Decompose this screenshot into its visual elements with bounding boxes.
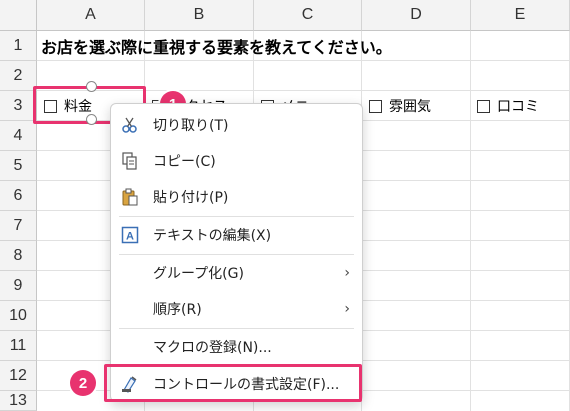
menu-item-label: グループ化(G): [153, 266, 244, 282]
checkbox-label: 雰囲気: [389, 99, 431, 115]
column-header-c[interactable]: C: [254, 0, 362, 31]
menu-separator: [119, 216, 354, 217]
copy-icon: [121, 152, 139, 170]
row-header-12[interactable]: 12: [0, 361, 37, 391]
row-header-13[interactable]: 13: [0, 391, 37, 411]
row-header-10[interactable]: 10: [0, 301, 37, 331]
submenu-arrow-icon: ›: [344, 265, 350, 281]
menu-item-label: テキストの編集(X): [153, 228, 272, 244]
format-control-highlight: [104, 364, 362, 402]
select-all-corner[interactable]: [0, 0, 37, 31]
checkbox-reviews[interactable]: 口コミ: [477, 91, 539, 121]
step-badge-2: 2: [70, 370, 96, 396]
menu-item-copy[interactable]: コピー(C): [111, 144, 362, 178]
menu-item-label: マクロの登録(N)...: [153, 340, 272, 356]
checkbox-label: 口コミ: [497, 99, 539, 115]
column-header-a[interactable]: A: [37, 0, 145, 31]
scissors-icon: [121, 116, 139, 134]
checkbox-square-icon[interactable]: [477, 99, 490, 113]
row-header-8[interactable]: 8: [0, 241, 37, 271]
column-header-d[interactable]: D: [362, 0, 471, 31]
menu-item-group[interactable]: グループ化(G) ›: [111, 256, 362, 290]
menu-separator: [119, 254, 354, 255]
row-header-7[interactable]: 7: [0, 211, 37, 241]
menu-item-label: 順序(R): [153, 302, 202, 318]
row-header-1[interactable]: 1: [0, 31, 37, 61]
row-header-9[interactable]: 9: [0, 271, 37, 301]
spreadsheet: A B C D E 1 2 3 4 5 6 7 8 9 10 11 12 13 …: [0, 0, 570, 411]
menu-item-assign-macro[interactable]: マクロの登録(N)...: [111, 330, 362, 364]
menu-item-label: 切り取り(T): [153, 118, 229, 134]
menu-item-edit-text[interactable]: A テキストの編集(X): [111, 218, 362, 252]
edit-text-icon: A: [121, 226, 139, 244]
checkbox-square-icon[interactable]: [369, 99, 382, 113]
paste-icon: [121, 188, 139, 206]
context-menu: 切り取り(T) コピー(C) 貼り付け(P) A テキストの編集(X) グループ…: [110, 103, 363, 402]
menu-item-label: コピー(C): [153, 154, 216, 170]
resize-handle-top[interactable]: [86, 81, 97, 92]
menu-item-order[interactable]: 順序(R) ›: [111, 292, 362, 326]
svg-text:A: A: [126, 231, 134, 243]
menu-item-paste[interactable]: 貼り付け(P): [111, 180, 362, 214]
checkbox-atmosphere[interactable]: 雰囲気: [369, 91, 431, 121]
row-header-6[interactable]: 6: [0, 181, 37, 211]
row-header-11[interactable]: 11: [0, 331, 37, 361]
menu-item-cut[interactable]: 切り取り(T): [111, 108, 362, 142]
question-title[interactable]: お店を選ぶ際に重視する要素を教えてください。: [41, 31, 392, 61]
submenu-arrow-icon: ›: [344, 301, 350, 317]
column-header-e[interactable]: E: [471, 0, 570, 31]
resize-handle-bottom[interactable]: [86, 114, 97, 125]
menu-item-label: 貼り付け(P): [153, 190, 229, 206]
row-header-3[interactable]: 3: [0, 91, 37, 121]
row-header-2[interactable]: 2: [0, 61, 37, 91]
row-header-4[interactable]: 4: [0, 121, 37, 151]
row-header-5[interactable]: 5: [0, 151, 37, 181]
menu-separator: [119, 328, 354, 329]
column-header-b[interactable]: B: [145, 0, 254, 31]
